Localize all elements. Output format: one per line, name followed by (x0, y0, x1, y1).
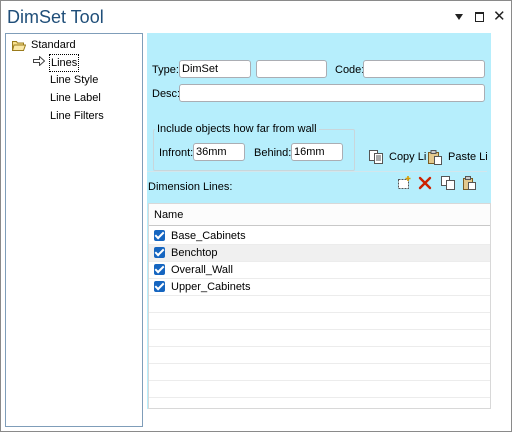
close-icon[interactable]: ✕ (493, 9, 507, 24)
behind-label: Behind: (254, 147, 292, 159)
copy-lines-button[interactable]: Copy Li (369, 149, 426, 165)
folder-open-icon (12, 40, 26, 51)
empty-row (149, 296, 490, 313)
tree-root-label: Standard (31, 39, 76, 51)
copy-icon (369, 150, 383, 164)
type-label: Type: (152, 64, 179, 76)
empty-row (149, 313, 490, 330)
category-tree: Standard Lines Line Style Line Label Lin… (5, 33, 143, 427)
paste-lines-label: Paste Li (448, 151, 488, 163)
arrow-right-icon (33, 56, 45, 66)
row-checkbox[interactable] (154, 264, 165, 275)
list-item[interactable]: Benchtop (149, 245, 490, 262)
distance-group-title: Include objects how far from wall (155, 123, 319, 135)
infront-label: Infront: (159, 147, 194, 159)
list-item[interactable]: Base_Cabinets (149, 228, 490, 245)
window-title: DimSet Tool (7, 7, 104, 27)
paste-icon (428, 149, 442, 165)
row-checkbox[interactable] (154, 230, 165, 241)
row-name: Benchtop (171, 247, 218, 259)
infront-input[interactable] (193, 143, 245, 161)
desc-input[interactable] (179, 84, 485, 102)
type-input[interactable] (179, 60, 251, 78)
tree-item-line-style[interactable]: Line Style (50, 72, 98, 88)
dimension-lines-list: Name Base_Cabinets Benchtop Overall_Wall… (148, 203, 491, 409)
list-item[interactable]: Upper_Cabinets (149, 279, 490, 296)
desc-label: Desc: (152, 88, 181, 100)
title-bar: DimSet Tool ✕ (1, 1, 511, 33)
dimset-tool-window: DimSet Tool ✕ Standard Lines Line Style … (0, 0, 512, 432)
delete-icon[interactable] (418, 176, 432, 190)
empty-row (149, 364, 490, 381)
tree-item-line-label[interactable]: Line Label (50, 90, 101, 106)
code-label: Code: (335, 64, 365, 76)
paste-line-icon[interactable] (462, 176, 476, 190)
window-menu-dropdown-icon[interactable] (453, 10, 467, 24)
empty-row (149, 381, 490, 398)
tree-root-standard[interactable]: Standard (12, 37, 76, 53)
list-item[interactable]: Overall_Wall (149, 262, 490, 279)
copy-line-icon[interactable] (441, 176, 455, 190)
row-name: Upper_Cabinets (171, 281, 251, 293)
secondary-input[interactable] (256, 60, 327, 78)
empty-row (149, 347, 490, 364)
row-checkbox[interactable] (154, 281, 165, 292)
dimension-lines-heading: Dimension Lines: (148, 181, 233, 193)
tree-item-line-filters[interactable]: Line Filters (50, 108, 104, 124)
row-name: Base_Cabinets (171, 230, 246, 242)
empty-row (149, 330, 490, 347)
maximize-icon[interactable] (473, 10, 487, 24)
row-checkbox[interactable] (154, 247, 165, 258)
tree-item-lines[interactable]: Lines (49, 54, 80, 72)
new-line-icon[interactable] (397, 176, 411, 190)
copy-lines-label: Copy Li (389, 151, 427, 163)
code-input[interactable] (363, 60, 485, 78)
paste-lines-button[interactable]: Paste Li (427, 149, 488, 165)
column-header-name[interactable]: Name (149, 204, 490, 226)
row-name: Overall_Wall (171, 264, 233, 276)
behind-input[interactable] (291, 143, 343, 161)
